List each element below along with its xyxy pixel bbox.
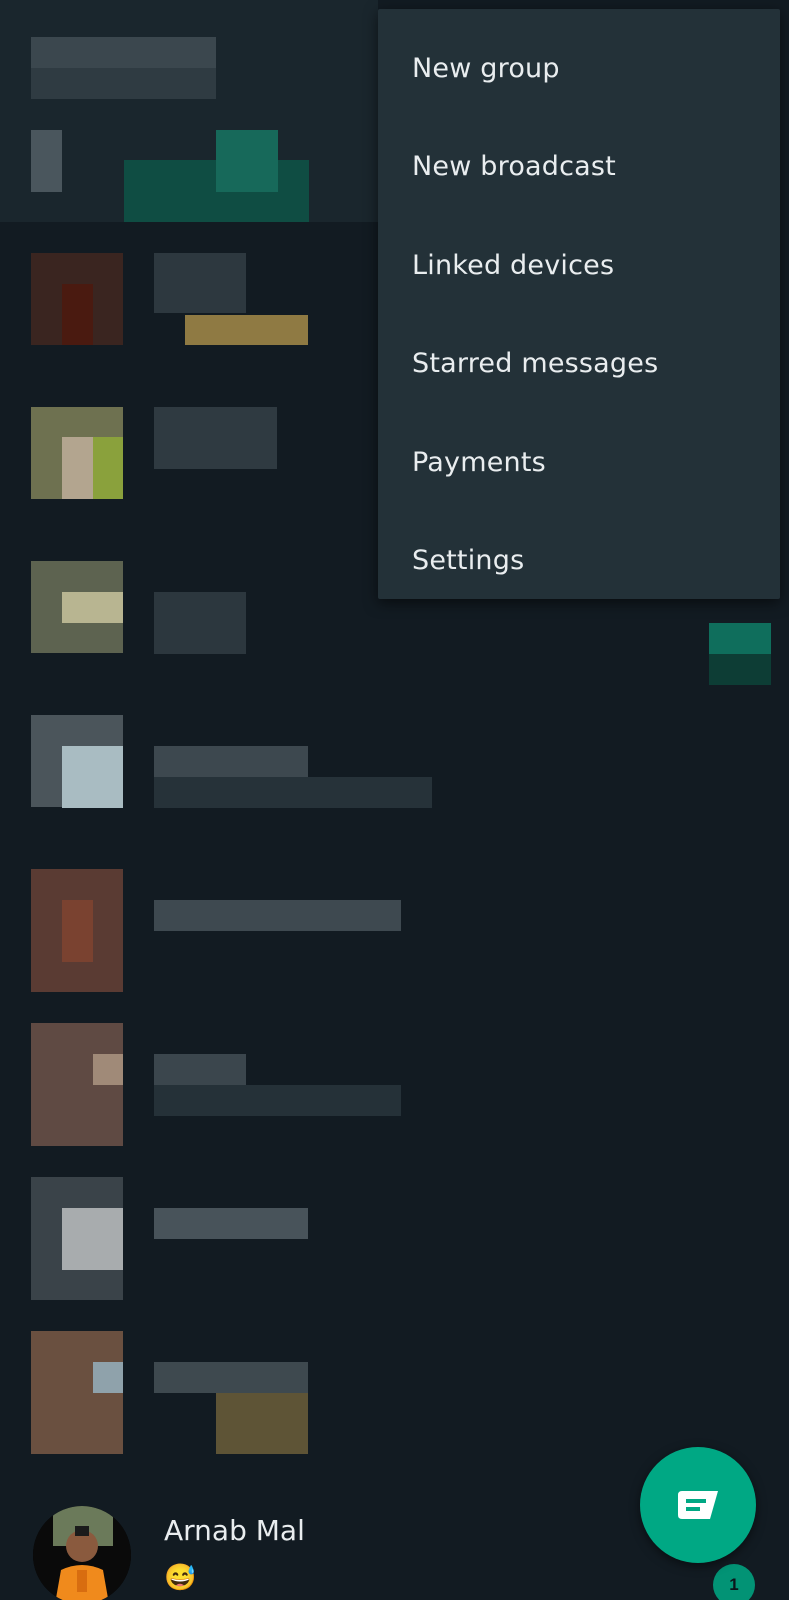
new-chat-icon	[678, 1491, 718, 1519]
blurred-block	[709, 623, 771, 654]
blurred-block	[709, 654, 771, 685]
blurred-block	[154, 1208, 308, 1239]
menu-item-new-broadcast[interactable]: New broadcast	[378, 117, 780, 215]
chat-preview-emoji: 😅	[164, 1562, 197, 1592]
unread-count-badge: 1	[713, 1564, 755, 1600]
blurred-block	[154, 777, 432, 808]
blurred-block	[154, 900, 401, 931]
blurred-block	[216, 1393, 308, 1454]
blurred-block	[185, 315, 308, 345]
blurred-block	[62, 1208, 123, 1270]
blurred-block	[62, 437, 93, 499]
blurred-block	[62, 746, 123, 808]
blurred-block	[31, 130, 62, 192]
whatsapp-chats-screen: New group New broadcast Linked devices S…	[0, 0, 789, 1600]
blurred-block	[154, 746, 308, 777]
menu-item-new-group[interactable]: New group	[378, 19, 780, 117]
blurred-block	[154, 253, 246, 313]
blurred-block	[216, 130, 278, 192]
blurred-block	[31, 68, 216, 99]
menu-item-payments[interactable]: Payments	[378, 413, 780, 511]
blurred-block	[62, 592, 123, 623]
new-chat-button[interactable]	[640, 1447, 756, 1563]
blurred-block	[154, 1362, 308, 1393]
blurred-block	[154, 592, 246, 654]
blurred-block	[93, 437, 123, 499]
blurred-block	[62, 900, 93, 962]
blurred-block	[31, 37, 216, 68]
blurred-block	[93, 1054, 123, 1085]
avatar[interactable]	[33, 1506, 131, 1600]
menu-item-label: Settings	[412, 544, 525, 576]
menu-item-label: Payments	[412, 446, 546, 478]
menu-item-label: New group	[412, 52, 560, 84]
menu-item-starred-messages[interactable]: Starred messages	[378, 314, 780, 412]
blurred-block	[154, 1085, 401, 1116]
menu-item-settings[interactable]: Settings	[378, 511, 780, 609]
blurred-block	[93, 1362, 123, 1393]
blurred-block	[154, 1054, 246, 1085]
chat-name: Arnab Mal	[164, 1514, 305, 1547]
menu-item-label: Linked devices	[412, 249, 615, 281]
blurred-block	[154, 407, 277, 469]
menu-item-label: New broadcast	[412, 150, 616, 182]
menu-item-linked-devices[interactable]: Linked devices	[378, 216, 780, 314]
avatar-image	[33, 1506, 131, 1600]
menu-item-label: Starred messages	[412, 347, 659, 379]
blurred-block	[62, 284, 93, 345]
overflow-menu: New group New broadcast Linked devices S…	[378, 9, 780, 599]
